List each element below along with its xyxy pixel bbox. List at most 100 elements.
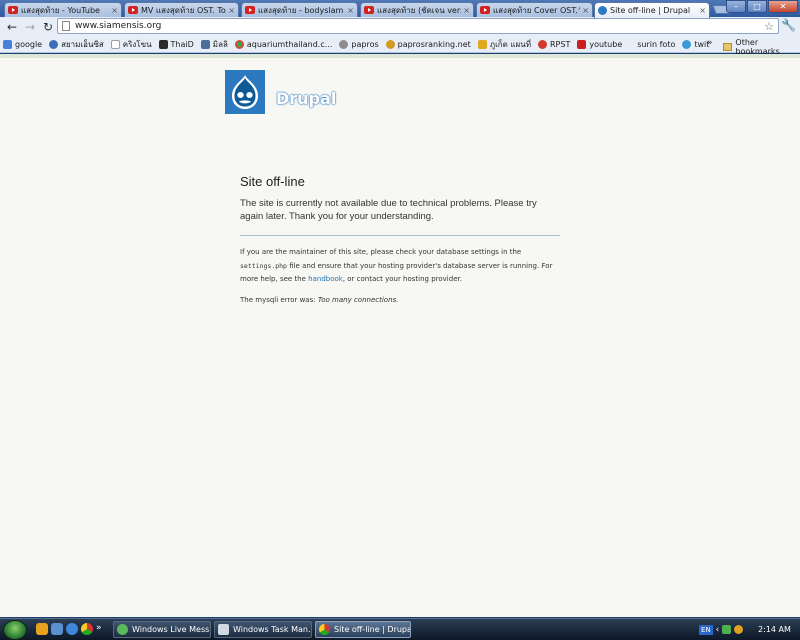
bookmark-surin-foto[interactable]: surin foto (637, 40, 675, 49)
bookmark-label: google (15, 39, 43, 49)
page-viewport: Drupal Site off-line The site is current… (0, 54, 800, 617)
taskbar-item-task-manager[interactable]: Windows Task Man... (214, 621, 312, 638)
window-controls: – □ ✕ (726, 0, 798, 13)
bookmark-paprosranking[interactable]: paprosranking.net (385, 39, 471, 49)
bookmark-label: aquariumthailand.c... (246, 39, 333, 49)
address-bar[interactable]: www.siamensis.org ☆ (57, 18, 779, 34)
bookmark-phuket-map[interactable]: ภูเก็ต แผนที่ (477, 38, 531, 51)
language-indicator[interactable]: EN (699, 624, 713, 635)
settings-file-name: settings.php (240, 261, 287, 270)
url-text[interactable]: www.siamensis.org (75, 21, 161, 31)
bookmark-label: คริงโขน (122, 39, 152, 49)
person-icon (200, 39, 210, 49)
bookmark-label: surin foto (637, 39, 676, 49)
error-prefix: The mysqli error was: (240, 295, 316, 304)
bookmark-papros[interactable]: papros (339, 39, 379, 49)
tab-1[interactable]: แสงสุดท้าย - YouTube × (4, 2, 122, 17)
browser-toolbar: ← → ↻ www.siamensis.org ☆ 🔧 (0, 17, 800, 36)
bookmark-twit[interactable]: twit (682, 39, 709, 49)
bookmarks-bar: google สยามเอ็นซิส คริงโขน ThaiD มิลลิ a… (0, 36, 800, 56)
close-icon[interactable]: × (111, 6, 118, 15)
bookmark-label: ThaiD (170, 39, 194, 49)
tab-label: MV แสงสุดท้าย OST. Top (141, 5, 227, 15)
tab-label: Site off-line | Drupal (610, 6, 691, 15)
drupal-logo-icon[interactable] (225, 70, 265, 114)
tab-label: แสงสุดท้าย - YouTube (21, 5, 100, 15)
network-icon[interactable] (722, 625, 732, 634)
maintainer-text-a: If you are the maintainer of this site, … (240, 248, 522, 256)
maximize-icon[interactable]: □ (747, 0, 767, 13)
tab-label: แสงสุดท้าย Cover OST.วัย (493, 5, 581, 15)
bookmark-star-icon[interactable]: ☆ (764, 20, 774, 33)
close-window-icon[interactable]: ✕ (768, 0, 798, 13)
twitter-icon (682, 39, 692, 49)
close-icon[interactable]: × (582, 6, 589, 15)
taskbar-item-chrome[interactable]: Site off-line | Drupa... (315, 621, 411, 638)
youtube-icon (364, 6, 374, 14)
bookmark-youtube[interactable]: youtube (577, 39, 622, 49)
youtube-icon (8, 6, 18, 14)
minimize-icon[interactable]: – (726, 0, 746, 13)
error-text: Too many connections. (317, 295, 399, 304)
windows-taskbar: » Windows Live Mess... Windows Task Man.… (0, 618, 800, 640)
page-title: Site off-line (240, 174, 305, 189)
handbook-link[interactable]: handbook (308, 275, 343, 283)
bookmark-rpst[interactable]: RPST (537, 39, 571, 49)
close-icon[interactable]: × (228, 6, 235, 15)
task-manager-icon (218, 624, 229, 635)
site-name[interactable]: Drupal (276, 89, 336, 108)
taskbar-item-label: Site off-line | Drupa... (334, 625, 411, 634)
bookmark-label: RPST (549, 39, 571, 49)
system-tray: EN ‹ (699, 621, 744, 638)
ie-icon[interactable] (66, 623, 78, 635)
maintainer-note: If you are the maintainer of this site, … (240, 246, 560, 287)
chrome-icon (319, 624, 330, 635)
bookmark-kringkhon[interactable]: คริงโขน (110, 38, 152, 51)
close-icon[interactable]: × (699, 6, 706, 15)
map-icon (477, 39, 487, 49)
divider (240, 235, 560, 236)
bookmark-label: มิลลิ (212, 39, 228, 49)
wrench-icon[interactable]: 🔧 (781, 18, 796, 32)
tab-label: แสงสุดท้าย (ชัดเจน version (377, 5, 461, 15)
clock[interactable]: 2:14 AM (758, 625, 791, 634)
google-icon (3, 39, 12, 49)
forward-arrow-icon[interactable]: → (22, 19, 38, 35)
tab-2[interactable]: MV แสงสุดท้าย OST. Top × (124, 2, 239, 17)
chevron-left-icon[interactable]: ‹ (716, 625, 720, 635)
close-icon[interactable]: × (347, 6, 354, 15)
drupal-icon (598, 6, 607, 15)
chrome-icon[interactable] (81, 623, 93, 635)
bookmark-label: ภูเก็ต แผนที่ (489, 39, 531, 49)
page-icon (62, 21, 70, 31)
tab-strip: แสงสุดท้าย - YouTube × MV แสงสุดท้าย OST… (0, 0, 800, 18)
bookmark-google[interactable]: google (3, 39, 43, 49)
start-button-icon[interactable] (3, 620, 27, 640)
bookmark-milli[interactable]: มิลลิ (200, 38, 228, 51)
more-bookmarks-chevron-icon[interactable]: » (707, 38, 713, 48)
tab-6-active[interactable]: Site off-line | Drupal × (594, 2, 710, 18)
chevron-right-icon[interactable]: » (96, 623, 102, 635)
maintainer-text-c: , or contact your hosting provider. (342, 275, 462, 283)
star-badge-icon (385, 39, 395, 49)
taskbar-item-messenger[interactable]: Windows Live Mess... (113, 621, 211, 638)
youtube-icon (577, 39, 587, 49)
close-icon[interactable]: × (463, 6, 470, 15)
media-player-icon[interactable] (36, 623, 48, 635)
tab-label: แสงสุดท้าย - bodyslam - Y (258, 5, 345, 15)
tab-5[interactable]: แสงสุดท้าย Cover OST.วัย × (476, 2, 593, 17)
tab-4[interactable]: แสงสุดท้าย (ชัดเจน version × (360, 2, 474, 17)
show-desktop-icon[interactable] (51, 623, 63, 635)
bookmark-thaid[interactable]: ThaiD (158, 39, 194, 49)
reload-icon[interactable]: ↻ (40, 19, 56, 35)
book-icon (158, 39, 168, 49)
security-icon[interactable] (734, 625, 744, 634)
page-header-band (0, 54, 800, 58)
back-arrow-icon[interactable]: ← (4, 19, 20, 35)
bookmark-aquariumthailand[interactable]: aquariumthailand.c... (234, 39, 333, 49)
tab-3[interactable]: แสงสุดท้าย - bodyslam - Y × (241, 2, 358, 17)
offline-message: Site off-line The site is currently not … (240, 174, 560, 304)
bookmark-label: สยามเอ็นซิส (61, 39, 104, 49)
bookmark-siamensis[interactable]: สยามเอ็นซิส (49, 38, 104, 51)
aquarium-icon (234, 39, 244, 49)
